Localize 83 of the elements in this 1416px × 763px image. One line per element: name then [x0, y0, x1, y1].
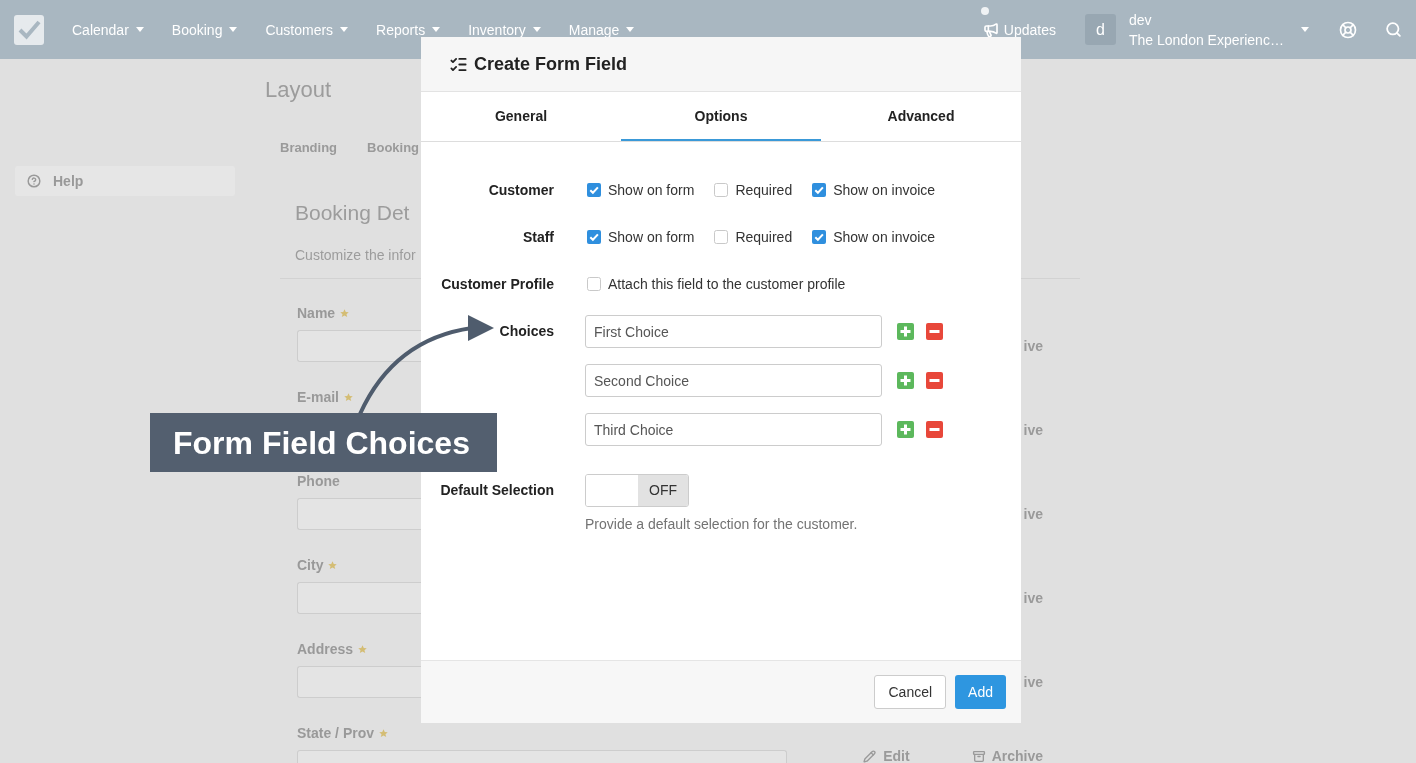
- checkbox-label: Show on form: [608, 181, 695, 199]
- caret-icon: [340, 27, 349, 32]
- tab[interactable]: General: [421, 92, 621, 141]
- search-icon[interactable]: [1385, 21, 1402, 38]
- text-input-field[interactable]: [297, 330, 421, 362]
- minus-icon[interactable]: [926, 323, 943, 340]
- toggle-switch[interactable]: OFF: [585, 474, 689, 507]
- field-label: Default Selection: [440, 482, 554, 499]
- sidebar-item[interactable]: Help: [15, 166, 235, 196]
- field-label: Name: [297, 305, 336, 322]
- tab[interactable]: Options: [621, 92, 821, 141]
- avatar: d: [1085, 14, 1116, 45]
- nav-menu-item[interactable]: Inventory: [468, 21, 541, 38]
- account-name: dev: [1129, 10, 1153, 30]
- text-input-field[interactable]: [297, 582, 421, 614]
- dialog-title: Create Form Field: [474, 53, 628, 75]
- account-company: The London Experienc…: [1129, 30, 1285, 50]
- edit-link[interactable]: Edit: [863, 750, 910, 763]
- checkbox[interactable]: [812, 230, 827, 244]
- minus-icon[interactable]: [926, 372, 943, 389]
- checkbox[interactable]: [587, 183, 601, 197]
- field-label: Customer Profile: [441, 275, 554, 293]
- link-text[interactable]: ive: [1023, 674, 1043, 690]
- field-label: Phone: [297, 473, 340, 490]
- callout-label: Form Field Choices: [150, 413, 497, 472]
- checkbox-label: Attach this field to the customer profile: [608, 275, 846, 293]
- field-label: E-mail: [297, 389, 339, 406]
- minus-icon[interactable]: [926, 421, 943, 438]
- choice-input[interactable]: Third Choice: [585, 413, 882, 446]
- field-label: State / Prov: [297, 725, 375, 742]
- field-label: Customer: [488, 181, 554, 199]
- caret-icon: [626, 27, 635, 32]
- plus-icon[interactable]: [897, 372, 914, 389]
- checkmark-logo-icon[interactable]: [14, 14, 44, 45]
- page-tab[interactable]: Branding: [280, 140, 338, 156]
- nav-menu-item[interactable]: Reports: [376, 21, 441, 38]
- choice-input[interactable]: First Choice: [585, 315, 882, 348]
- field-label: City: [297, 557, 324, 574]
- nav-menu-item[interactable]: Customers: [265, 21, 349, 38]
- section-description: Customize the infor: [295, 247, 416, 264]
- checkbox[interactable]: [714, 230, 729, 244]
- field-label: Address: [297, 641, 354, 658]
- section-title: Booking Det: [295, 201, 410, 225]
- checkbox[interactable]: [714, 183, 729, 197]
- checkbox[interactable]: [587, 230, 601, 244]
- link-text[interactable]: ive: [1023, 338, 1043, 354]
- page-tab[interactable]: Booking: [367, 140, 420, 156]
- field-label: Choices: [499, 323, 554, 340]
- link-text[interactable]: ive: [1023, 422, 1043, 438]
- pencil-icon: [863, 750, 877, 763]
- caret-icon: [1301, 27, 1309, 32]
- checkbox-label: Show on invoice: [833, 228, 936, 246]
- choice-input[interactable]: Second Choice: [585, 364, 882, 397]
- plus-icon[interactable]: [897, 323, 914, 340]
- caret-icon: [135, 27, 144, 32]
- cancel-button[interactable]: Cancel: [874, 675, 947, 709]
- link-text[interactable]: ive: [1023, 590, 1043, 606]
- nav-menu-item[interactable]: Manage: [568, 21, 635, 38]
- field-label: Staff: [522, 228, 554, 246]
- checkbox-label: Show on form: [608, 228, 695, 246]
- help-text: Provide a default selection for the customer.: [585, 516, 858, 533]
- checkbox-label: Required: [735, 181, 793, 199]
- nav-menu-item[interactable]: Booking: [171, 21, 238, 38]
- checkbox-label: Show on invoice: [833, 181, 936, 199]
- text-input-field[interactable]: [297, 498, 421, 530]
- updates-button[interactable]: Updates: [982, 21, 1056, 38]
- text-input-field[interactable]: [297, 666, 421, 698]
- add-button[interactable]: Add: [955, 675, 1006, 709]
- link-text[interactable]: ive: [1023, 506, 1043, 522]
- caret-icon: [532, 27, 541, 32]
- checkbox[interactable]: [587, 277, 601, 291]
- checkbox[interactable]: [812, 183, 827, 197]
- archive-box-icon: [971, 750, 986, 763]
- tab[interactable]: Advanced: [821, 92, 1021, 141]
- checkbox-label: Required: [735, 228, 793, 246]
- caret-icon: [229, 27, 238, 32]
- nav-menu-item[interactable]: Calendar: [72, 21, 144, 38]
- page-title: Layout: [265, 77, 332, 103]
- archive-link[interactable]: Archive: [971, 750, 1043, 763]
- plus-icon[interactable]: [897, 421, 914, 438]
- caret-icon: [432, 27, 441, 32]
- help-icon: [27, 174, 41, 188]
- lifebuoy-icon[interactable]: [1339, 20, 1357, 39]
